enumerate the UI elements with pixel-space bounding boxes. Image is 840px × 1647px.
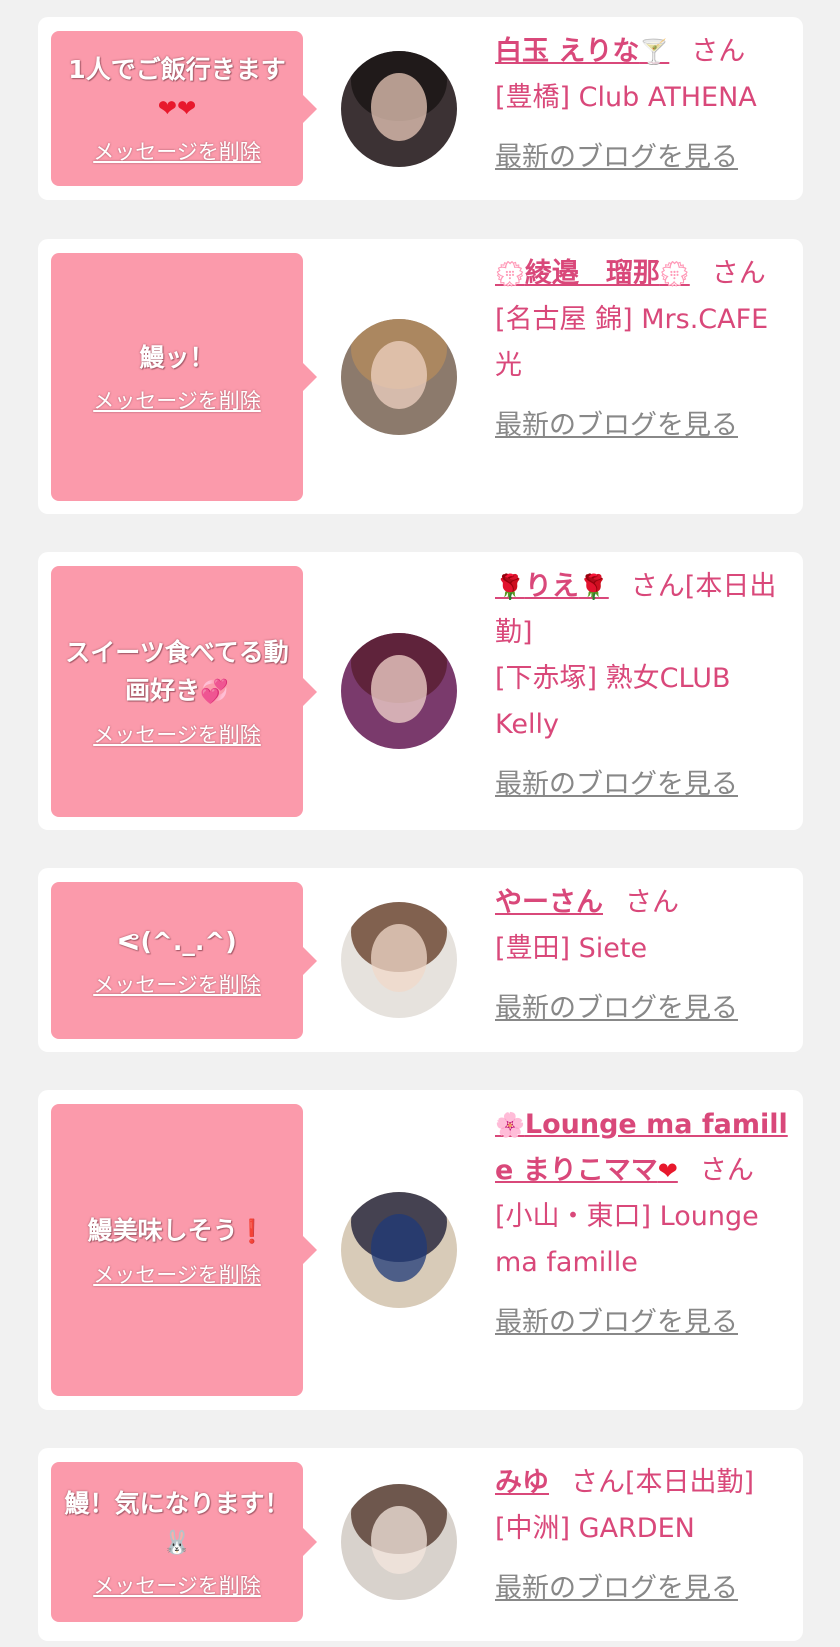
message-text: スイーツ食べてる動画好き💞: [65, 638, 289, 705]
honorific: さん: [699, 1155, 754, 1186]
delete-message-link[interactable]: メッセージを削除: [93, 1570, 261, 1600]
profile-info: 💮綾邉 瑠那💮 さん [名古屋 錦] Mrs.CAFE 光 最新のブログを見る: [495, 251, 795, 449]
message-bubble: 鰻美味しそう❗ メッセージを削除: [51, 1104, 317, 1396]
message-text: ᕙ(^._.^): [117, 926, 237, 956]
name-line: 🌸Lounge ma famille まりこママ❤ さん: [495, 1102, 800, 1194]
hearts-emoji: 💞: [200, 679, 229, 705]
delete-message-link[interactable]: メッセージを削除: [93, 1259, 261, 1289]
shop-name: [豊橋] Club ATHENA: [495, 82, 757, 113]
profile-info: 白玉 えりな🍸 さん [豊橋] Club ATHENA 最新のブログを見る: [495, 29, 795, 181]
latest-blog-link[interactable]: 最新のブログを見る: [495, 1566, 738, 1612]
name-line: 白玉 えりな🍸 さん: [495, 29, 795, 75]
flower-icon: 💮: [495, 260, 525, 288]
profile-name-link[interactable]: 🌹りえ🌹: [495, 571, 609, 602]
message-bubble: 鰻！気になります！🐰 メッセージを削除: [51, 1462, 317, 1622]
name-line: やーさん さん: [495, 880, 795, 926]
avatar[interactable]: [341, 319, 457, 435]
name-line: 💮綾邉 瑠那💮 さん: [495, 251, 795, 297]
profile-name-link[interactable]: みゆ: [495, 1467, 549, 1498]
honorific: さん: [691, 36, 746, 67]
rabbit-emoji: 🐰: [162, 1529, 192, 1556]
delete-message-link[interactable]: メッセージを削除: [93, 385, 261, 415]
profile-info: みゆ さん[本日出勤] [中洲] GARDEN 最新のブログを見る: [495, 1460, 795, 1612]
hearts-emoji: ❤❤: [157, 96, 197, 122]
heart-icon: ❤: [657, 1157, 678, 1185]
delete-message-link[interactable]: メッセージを削除: [93, 969, 261, 999]
avatar[interactable]: [341, 51, 457, 167]
profile-info: やーさん さん [豊田] Siete 最新のブログを見る: [495, 880, 795, 1032]
avatar[interactable]: [341, 1484, 457, 1600]
message-text: 鰻！気になります！🐰: [64, 1488, 290, 1556]
latest-blog-link[interactable]: 最新のブログを見る: [495, 986, 738, 1032]
message-card: 鰻美味しそう❗ メッセージを削除 🌸Lounge ma famille まりこマ…: [38, 1090, 803, 1410]
honorific: さん: [571, 1467, 625, 1498]
flower-icon: 🌸: [495, 1111, 525, 1139]
delete-message-link[interactable]: メッセージを削除: [93, 136, 261, 166]
rose-icon: 🌹: [578, 573, 609, 601]
message-card: 1人でご飯行きます ❤❤ メッセージを削除 白玉 えりな🍸 さん [豊橋] Clu…: [38, 17, 803, 200]
status-label: [本日出勤]: [625, 1467, 755, 1498]
shop-name: [下赤塚] 熟女CLUB Kelly: [495, 663, 731, 740]
profile-info: 🌸Lounge ma famille まりこママ❤ さん [小山・東口] Loun…: [495, 1102, 800, 1346]
profile-info: 🌹りえ🌹 さん[本日出勤] [下赤塚] 熟女CLUB Kelly 最新のブログを見…: [495, 564, 795, 808]
honorific: さん: [625, 887, 679, 918]
latest-blog-link[interactable]: 最新のブログを見る: [495, 1300, 738, 1346]
flower-icon: 💮: [659, 260, 690, 288]
profile-name-link[interactable]: 白玉 えりな🍸: [495, 36, 669, 67]
avatar[interactable]: [341, 633, 457, 749]
message-card: 鰻！気になります！🐰 メッセージを削除 みゆ さん[本日出勤] [中洲] GARD…: [38, 1448, 803, 1641]
honorific: さん: [630, 571, 685, 602]
latest-blog-link[interactable]: 最新のブログを見る: [495, 762, 738, 808]
avatar[interactable]: [341, 1192, 457, 1308]
avatar[interactable]: [341, 902, 457, 1018]
message-text: 1人でご飯行きます ❤❤: [68, 55, 286, 122]
message-text: 鰻ッ！: [139, 343, 215, 372]
profile-name-link[interactable]: 💮綾邉 瑠那💮: [495, 258, 690, 289]
shop-name: [中洲] GARDEN: [495, 1513, 695, 1544]
message-bubble: ᕙ(^._.^) メッセージを削除: [51, 882, 317, 1039]
message-card: 鰻ッ！ メッセージを削除 💮綾邉 瑠那💮 さん [名古屋 錦] Mrs.CAFE …: [38, 239, 803, 514]
message-bubble: 鰻ッ！ メッセージを削除: [51, 253, 317, 501]
delete-message-link[interactable]: メッセージを削除: [93, 719, 261, 749]
exclamation-emoji: ❗: [237, 1218, 267, 1245]
shop-name: [名古屋 錦] Mrs.CAFE 光: [495, 304, 769, 381]
message-text: 鰻美味しそう❗: [87, 1215, 267, 1245]
message-bubble: スイーツ食べてる動画好き💞 メッセージを削除: [51, 566, 317, 817]
latest-blog-link[interactable]: 最新のブログを見る: [495, 403, 738, 449]
message-card: ᕙ(^._.^) メッセージを削除 やーさん さん [豊田] Siete 最新のブ…: [38, 868, 803, 1052]
shop-name: [豊田] Siete: [495, 933, 648, 964]
cocktail-icon: 🍸: [639, 38, 670, 66]
name-line: 🌹りえ🌹 さん[本日出勤]: [495, 564, 795, 656]
latest-blog-link[interactable]: 最新のブログを見る: [495, 135, 738, 181]
profile-name-link[interactable]: やーさん: [495, 887, 603, 918]
name-line: みゆ さん[本日出勤]: [495, 1460, 795, 1506]
shop-name: [小山・東口] Lounge ma famille: [495, 1201, 759, 1278]
honorific: さん: [711, 258, 766, 289]
message-card: スイーツ食べてる動画好き💞 メッセージを削除 🌹りえ🌹 さん[本日出勤] [下赤塚…: [38, 552, 803, 830]
rose-icon: 🌹: [495, 573, 525, 601]
message-bubble: 1人でご飯行きます ❤❤ メッセージを削除: [51, 31, 317, 186]
